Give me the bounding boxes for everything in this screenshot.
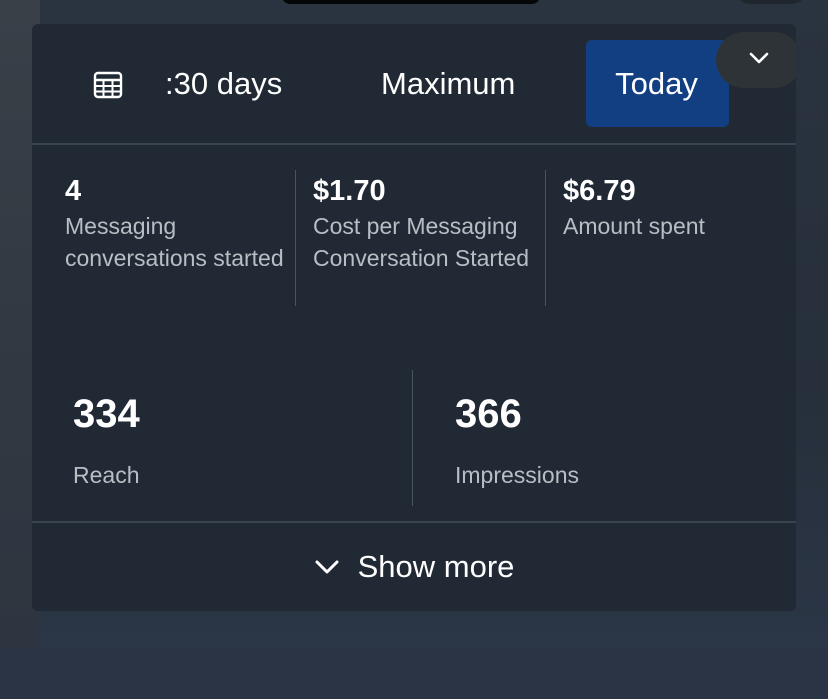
divider — [545, 170, 546, 306]
metric-label: Messaging conversations started — [65, 213, 284, 271]
chevron-down-icon — [314, 559, 340, 575]
metric-amount-spent: $6.79 Amount spent — [563, 174, 783, 242]
chevron-down-icon — [748, 51, 770, 70]
metric-cost-per-conversation: $1.70 Cost per Messaging Conversation St… — [313, 174, 553, 274]
metric-value: 334 — [73, 392, 140, 436]
metric-label: Reach — [73, 462, 140, 488]
show-more-label: Show more — [357, 549, 515, 584]
metric-label: Impressions — [455, 462, 579, 488]
metric-value: 4 — [65, 175, 82, 207]
expand-button[interactable] — [716, 32, 796, 88]
range-option-maximum[interactable]: Maximum — [381, 64, 515, 104]
metric-reach: 334 Reach — [73, 390, 373, 490]
top-bar-edge — [282, 0, 540, 4]
insights-card: :30 days Maximum Today 4 Messaging conve… — [32, 24, 796, 611]
calendar-icon[interactable] — [92, 69, 124, 101]
divider — [412, 370, 413, 506]
divider — [295, 170, 296, 306]
bottom-background — [0, 648, 828, 699]
top-right-edge — [736, 0, 806, 4]
today-label: Today — [615, 65, 698, 101]
divider — [32, 143, 796, 145]
metric-messaging-conversations: 4 Messaging conversations started — [65, 174, 285, 274]
show-more-button[interactable]: Show more — [32, 523, 796, 611]
range-option-30-days[interactable]: :30 days — [165, 64, 282, 104]
metric-value: $1.70 — [313, 175, 386, 207]
metric-value: 366 — [455, 392, 522, 436]
date-range-selector: :30 days Maximum Today — [32, 24, 796, 144]
metric-label: Amount spent — [563, 213, 705, 239]
range-option-today[interactable]: Today — [586, 40, 729, 127]
metric-value: $6.79 — [563, 175, 636, 207]
metric-label: Cost per Messaging Conversation Started — [313, 213, 530, 271]
metric-impressions: 366 Impressions — [455, 390, 755, 490]
